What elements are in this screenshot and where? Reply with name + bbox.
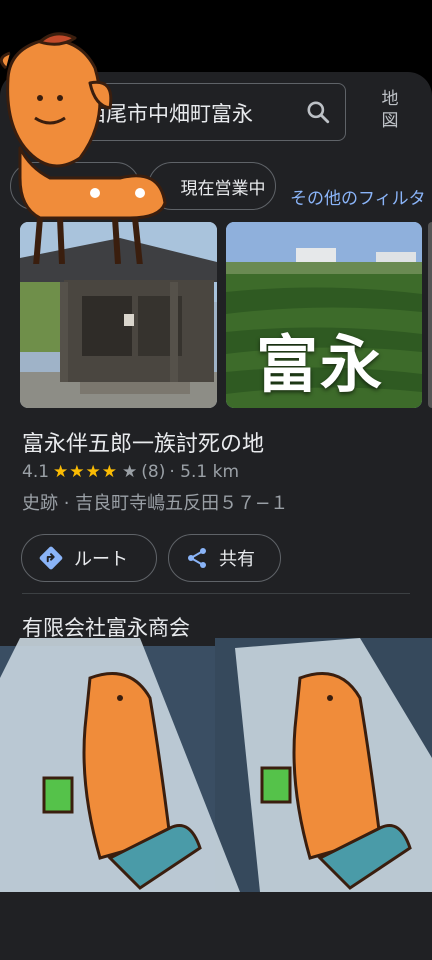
route-label: ルート — [74, 549, 128, 570]
search-icon[interactable] — [305, 99, 331, 125]
more-filters-link[interactable]: その他のフィルタ — [290, 184, 426, 209]
place-title[interactable]: 富永伴五郎一族討死の地 — [22, 426, 264, 458]
chip-open-now-label: 現在営業中 — [180, 178, 266, 199]
divider — [22, 593, 410, 594]
category-address: 史跡 · 吉良町寺嶋五反田５７−１ — [22, 493, 289, 514]
review-count: (8) — [141, 462, 166, 482]
place-photo-field[interactable]: 富永 — [226, 222, 422, 408]
photo-overlay-text: 富永 — [256, 328, 385, 401]
directions-icon — [39, 546, 63, 570]
share-button[interactable]: 共有 — [168, 534, 281, 582]
share-label: 共有 — [219, 549, 255, 570]
rating-value: 4.1 — [22, 462, 50, 482]
place-photo-more[interactable] — [428, 222, 432, 408]
map-view-button[interactable]: 地 図 — [368, 88, 412, 132]
route-button[interactable]: ルート — [21, 534, 157, 582]
deer-sticker-bottom — [0, 638, 432, 892]
map-label-line2: 図 — [381, 111, 399, 131]
deer-sticker-top — [0, 32, 167, 264]
distance: · 5.1 km — [169, 462, 240, 482]
rating-stars-empty: ★ — [122, 462, 138, 482]
rating-line: 4.1 ★★★★ ★ (8) · 5.1 km — [22, 462, 239, 482]
rating-stars-full: ★★★★ — [53, 462, 119, 482]
share-icon — [188, 548, 206, 568]
map-label-line1: 地 — [381, 89, 399, 109]
